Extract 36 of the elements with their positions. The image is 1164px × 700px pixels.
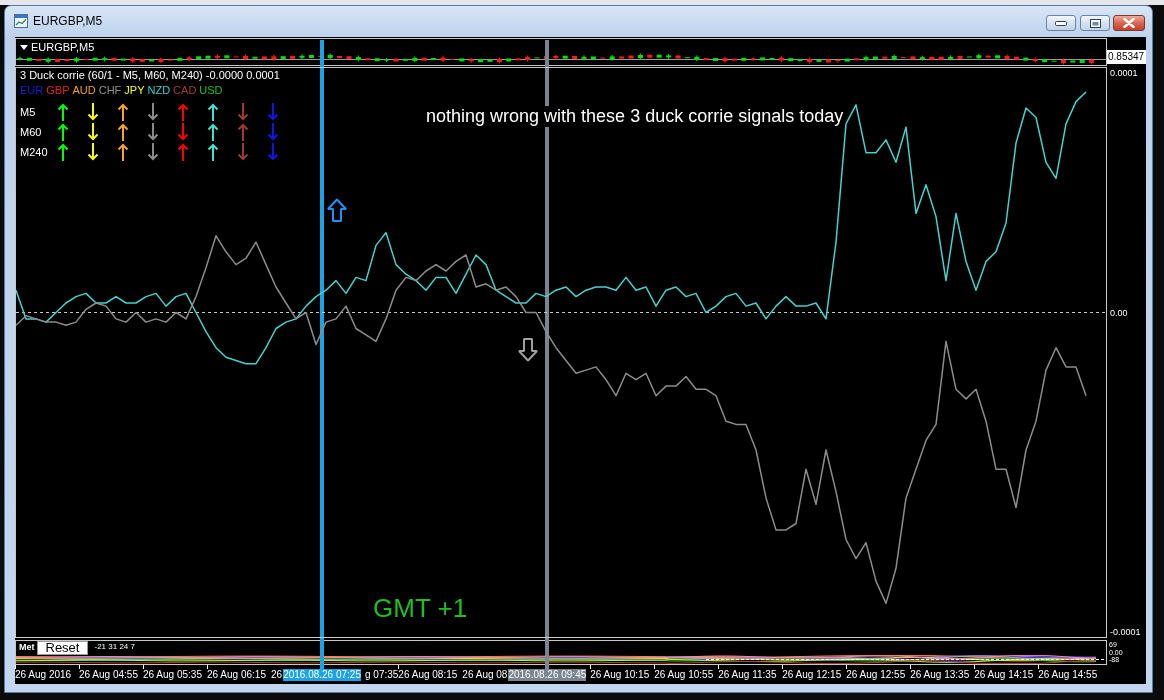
indicator-label: Met bbox=[19, 641, 35, 653]
close-icon bbox=[1123, 18, 1135, 28]
axis-label: 0.00 bbox=[1110, 307, 1128, 318]
cursor-time-label: 2016.08.26 09:45 bbox=[508, 669, 587, 681]
axis-label: 0.0001 bbox=[1110, 67, 1138, 78]
readout-text: -21 31 24 7 bbox=[94, 641, 135, 653]
minimize-button[interactable] bbox=[1046, 15, 1076, 31]
time-label: 26 bbox=[271, 668, 283, 681]
timezone-label: GMT +1 bbox=[373, 593, 468, 623]
timeframe-label: M5 bbox=[20, 105, 36, 119]
currency-label: CHF bbox=[98, 83, 122, 98]
time-label: g 07:35 bbox=[365, 668, 399, 681]
cursor-time-label: 2016.08.26 07:25 bbox=[283, 669, 361, 681]
chart-annotation: nothing wrong with these 3 duck corrie signals today bbox=[426, 106, 844, 127]
close-button[interactable] bbox=[1113, 15, 1145, 31]
currency-label: USD bbox=[199, 83, 223, 98]
minimize-icon bbox=[1055, 20, 1067, 26]
axis-label: -0.0001 bbox=[1110, 627, 1141, 638]
symbol-label: EURGBP,M5 bbox=[31, 41, 95, 53]
reset-button[interactable]: Reset bbox=[36, 641, 89, 655]
currency-label: EUR bbox=[20, 83, 44, 98]
window-icon bbox=[14, 14, 28, 28]
currency-label: JPY bbox=[124, 83, 145, 98]
currency-label: AUD bbox=[72, 83, 96, 98]
time-label: 26 Aug 08 bbox=[462, 668, 508, 681]
current-price-label: 0.85347 bbox=[1107, 50, 1146, 64]
maximize-button[interactable] bbox=[1080, 15, 1110, 31]
currency-label: GBP bbox=[46, 83, 70, 98]
maximize-icon bbox=[1089, 18, 1101, 28]
window-title: EURGBP,M5 bbox=[33, 14, 104, 28]
timeframe-label: M60 bbox=[20, 125, 42, 139]
indicator-title: 3 Duck corrie (60/1 - M5, M60, M240) -0.0000 0.0001 bbox=[20, 69, 280, 82]
dropdown-triangle-icon[interactable] bbox=[20, 44, 28, 50]
timeframe-label: M240 bbox=[20, 145, 48, 159]
currency-label: CAD bbox=[173, 83, 197, 98]
currency-label: NZD bbox=[147, 83, 171, 98]
